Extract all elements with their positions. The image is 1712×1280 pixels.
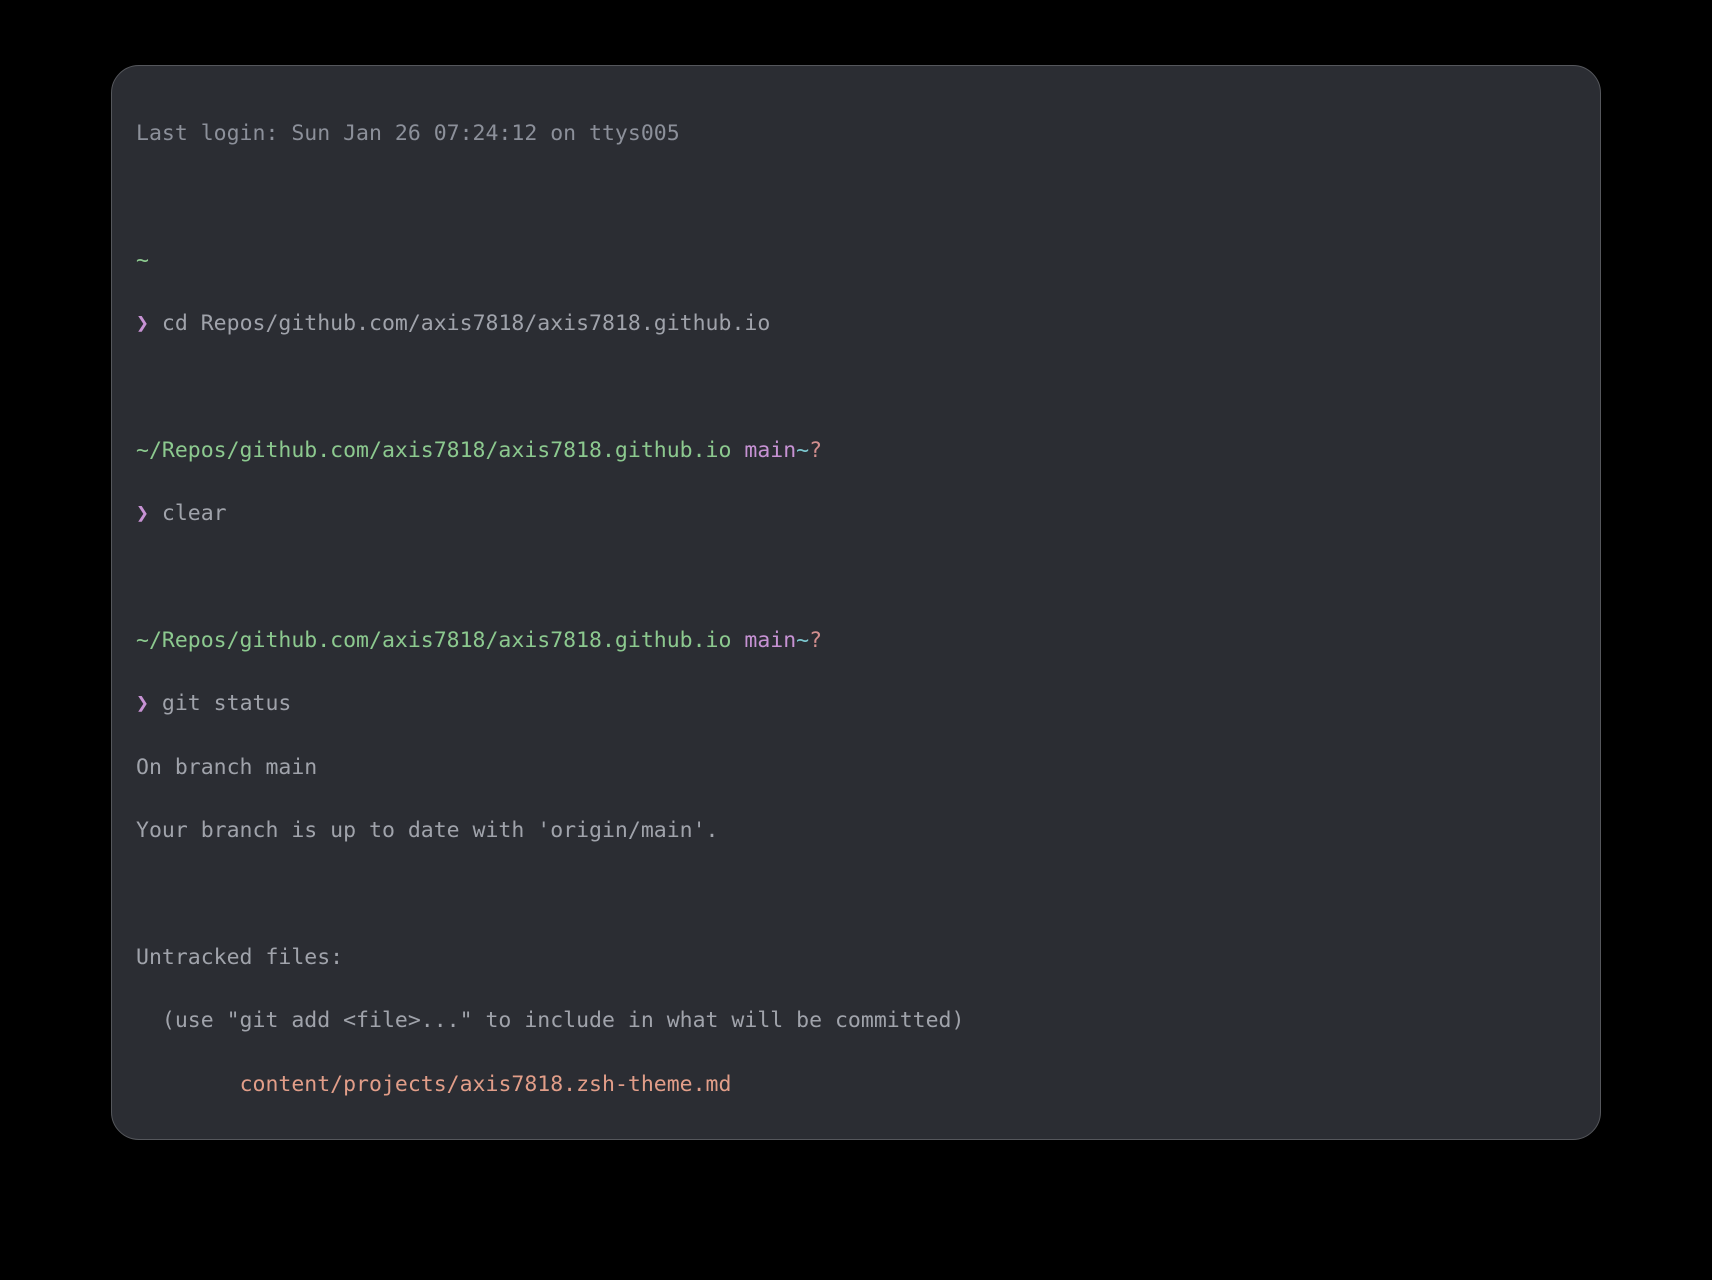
path-repo: ~/Repos/github.com/axis7818/axis7818.git… — [136, 628, 731, 653]
path-repo: ~/Repos/github.com/axis7818/axis7818.git… — [136, 438, 731, 463]
status-branch: On branch main — [136, 752, 1576, 784]
last-login-line: Last login: Sun Jan 26 07:24:12 on ttys0… — [136, 118, 1576, 150]
status-file-indent — [136, 1072, 240, 1097]
blank-line — [136, 562, 1576, 594]
terminal-window[interactable]: Last login: Sun Jan 26 07:24:12 on ttys0… — [111, 65, 1601, 1140]
command-cd: cd Repos/github.com/axis7818/axis7818.gi… — [162, 311, 770, 336]
git-untracked-sym: ? — [809, 438, 822, 463]
status-upstream: Your branch is up to date with 'origin/m… — [136, 815, 1576, 847]
git-dirty-sym: ~ — [796, 438, 809, 463]
terminal-output[interactable]: Last login: Sun Jan 26 07:24:12 on ttys0… — [136, 86, 1576, 1140]
blank-line — [136, 879, 1576, 911]
prompt-char: ❯ — [136, 311, 149, 336]
path-home: ~ — [136, 248, 149, 273]
command-git-status: git status — [162, 691, 291, 716]
command-clear: clear — [162, 501, 227, 526]
git-dirty-sym: ~ — [796, 628, 809, 653]
status-hint: (use "git add <file>..." to include in w… — [136, 1005, 1576, 1037]
untracked-file: content/projects/axis7818.zsh-theme.md — [240, 1072, 732, 1097]
blank-line — [136, 371, 1576, 403]
prompt-char: ❯ — [136, 691, 149, 716]
prompt-char: ❯ — [136, 501, 149, 526]
git-untracked-sym: ? — [809, 628, 822, 653]
blank-line — [136, 1132, 1576, 1140]
blank-line — [136, 181, 1576, 213]
status-untracked-header: Untracked files: — [136, 942, 1576, 974]
git-branch: main — [744, 438, 796, 463]
git-branch: main — [744, 628, 796, 653]
